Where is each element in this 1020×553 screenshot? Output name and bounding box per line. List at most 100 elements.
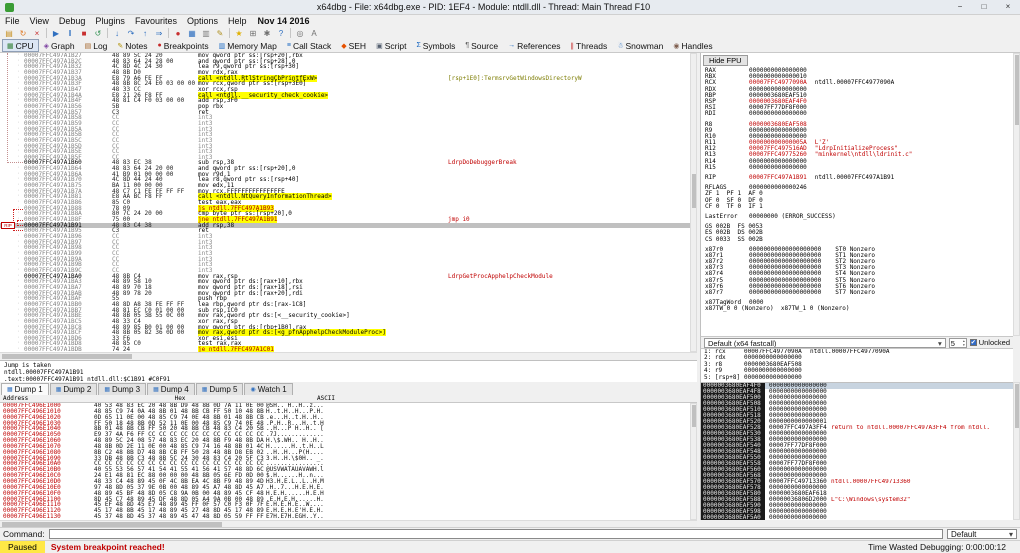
scrollbar-thumb[interactable]: [692, 405, 696, 427]
dump-tab-dump-2[interactable]: ▦Dump 2: [50, 383, 98, 395]
maximize-button[interactable]: □: [972, 0, 996, 15]
notes-icon[interactable]: ✎: [213, 28, 227, 39]
command-profile-select[interactable]: Default ▾: [947, 529, 1017, 539]
open-file-icon[interactable]: ▤: [2, 28, 16, 39]
argument-row[interactable]: 5: [rsp+8]0000000000000000: [701, 375, 1013, 381]
dump-tab-dump-3[interactable]: ▦Dump 3: [98, 383, 146, 395]
command-input[interactable]: [49, 529, 943, 539]
step-over-icon[interactable]: ↷: [124, 28, 138, 39]
dump-row[interactable]: 00007FFC496E113045 37 48 8D 45 37 48 89 …: [0, 514, 690, 520]
dump-tab-label: Dump 1: [15, 385, 43, 394]
tab-memory-map[interactable]: ▥Memory Map: [214, 39, 282, 52]
help-icon[interactable]: ?: [274, 28, 288, 39]
minimize-button[interactable]: −: [948, 0, 972, 15]
registers-scrollbar[interactable]: [1013, 53, 1020, 336]
title-bar: x64dbg - File: x64dbg.exe - PID: 1EF4 - …: [0, 0, 1020, 15]
step-into-icon[interactable]: ↓: [110, 28, 124, 39]
tab-label: Memory Map: [227, 41, 277, 51]
tab-symbols[interactable]: ΣSymbols: [411, 39, 460, 52]
tab-snowman[interactable]: ☃Snowman: [612, 39, 668, 52]
dump-view[interactable]: 00007FFC496E100040 53 48 83 EC 20 48 8B …: [0, 403, 690, 520]
register-value: 00007FFC497A1B91: [749, 175, 807, 181]
tab-notes[interactable]: ✎Notes: [112, 39, 152, 52]
tab-seh[interactable]: ◆SEH: [336, 39, 371, 52]
toolbar: ▤↻× ▶‖■↺ ↓↷↑⇒ ●▦▥✎ ★⊞✱? ◎A: [0, 27, 1020, 39]
register-value: 0000000000000000: [749, 165, 807, 171]
restart-icon[interactable]: ↻: [16, 28, 30, 39]
register-comment: "minkernel\ntdll\ldrinit.c": [807, 152, 913, 158]
menu-help[interactable]: Help: [223, 16, 252, 26]
tab-cpu[interactable]: ▦CPU: [2, 39, 39, 52]
tab-label: Snowman: [626, 41, 664, 51]
menu-plugins[interactable]: Plugins: [90, 16, 130, 26]
register-flags-text: CS 0033 SS 002B: [705, 237, 763, 243]
dump-tab-dump-4[interactable]: ▦Dump 4: [147, 383, 195, 395]
dump-hex-bytes: 45 37 48 8D 45 37 48 89 45 47 48 8D 05 5…: [94, 514, 266, 520]
dump-ascii: E7H.E7H.EGH..Y..: [266, 514, 386, 520]
call-stack-icon: ≡: [287, 42, 291, 49]
disassembly-view[interactable]: ·00007FFC497A1B2748 89 5C 24 20mov qword…: [0, 53, 690, 352]
az-sort-icon[interactable]: A: [307, 28, 321, 39]
tab-source[interactable]: ¶Source: [460, 39, 503, 52]
menu-favourites[interactable]: Favourites: [130, 16, 182, 26]
seh-icon: ◆: [341, 42, 346, 50]
stack-view[interactable]: 0000003680EAF4F0000000000000000000000036…: [700, 382, 1013, 520]
run-icon[interactable]: ▶: [49, 28, 63, 39]
log-icon[interactable]: ▥: [199, 28, 213, 39]
tab-references[interactable]: →References: [503, 39, 565, 52]
tab-log[interactable]: ▤Log: [80, 39, 113, 52]
calling-convention-select[interactable]: Default (x64 fastcall) ▾: [704, 338, 946, 348]
dump-tab-dump-5[interactable]: ▦Dump 5: [196, 383, 244, 395]
tab-call-stack[interactable]: ≡Call Stack: [282, 39, 336, 52]
register-flags-text: x87TW_0 0 (Nonzero) x87TW_1 0 (Nonzero): [705, 306, 850, 312]
dump-scrollbar[interactable]: [690, 403, 697, 520]
run-to-user-code-icon[interactable]: ⇒: [152, 28, 166, 39]
dump-tab-watch-1[interactable]: ◉Watch 1: [244, 383, 292, 395]
stack-row[interactable]: 0000003680EAF5A00000000000000000: [701, 515, 1013, 520]
unlocked-checkbox[interactable]: Unlocked: [970, 338, 1010, 347]
dump-tab-label: Dump 3: [112, 385, 140, 394]
breakpoint-icon[interactable]: ●: [171, 28, 185, 39]
scrollbar-thumb[interactable]: [2, 354, 132, 359]
step-out-icon[interactable]: ↑: [138, 28, 152, 39]
dump-tab-dump-1[interactable]: ▦Dump 1: [1, 383, 49, 395]
handles-icon: ◉: [673, 42, 679, 50]
menu-options[interactable]: Options: [182, 16, 223, 26]
tab-breakpoints[interactable]: ●Breakpoints: [153, 39, 214, 52]
search-icon[interactable]: ◎: [293, 28, 307, 39]
memory-map-icon[interactable]: ▦: [185, 28, 199, 39]
status-bar: Paused System breakpoint reached! Time W…: [0, 540, 1020, 553]
menu-debug[interactable]: Debug: [54, 16, 91, 26]
threads-icon: ∥: [571, 42, 575, 50]
calculator-icon[interactable]: ⊞: [246, 28, 260, 39]
disassembly-hscrollbar[interactable]: [0, 352, 697, 360]
tab-label: Log: [93, 41, 107, 51]
stack-scrollbar[interactable]: [1013, 382, 1020, 520]
dump-1-icon: ▦: [7, 386, 13, 393]
pause-icon[interactable]: ‖: [63, 28, 77, 39]
scrollbar-thumb[interactable]: [692, 174, 696, 208]
close-icon[interactable]: ×: [30, 28, 44, 39]
tab-handles[interactable]: ◉Handles: [668, 39, 717, 52]
toolbar-separator: [46, 28, 47, 38]
unlocked-label: Unlocked: [979, 338, 1010, 347]
stop-icon[interactable]: ■: [77, 28, 91, 39]
arg-count-spinner[interactable]: 5 ▴▾: [949, 338, 967, 348]
tab-threads[interactable]: ∥Threads: [566, 39, 613, 52]
register-flags-row[interactable]: x87TW_0 0 (Nonzero) x87TW_1 0 (Nonzero): [701, 306, 1013, 312]
menu-view[interactable]: View: [25, 16, 54, 26]
window-buttons: − □ ×: [948, 0, 1020, 15]
scrollbar-thumb[interactable]: [1015, 55, 1019, 125]
settings-gear-icon[interactable]: ✱: [260, 28, 274, 39]
menu-file[interactable]: File: [0, 16, 25, 26]
disassembly-scrollbar[interactable]: [690, 53, 697, 352]
scrollbar-thumb[interactable]: [1015, 384, 1019, 428]
tab-graph[interactable]: ◈Graph: [39, 39, 80, 52]
restart-debug-icon[interactable]: ↺: [91, 28, 105, 39]
snowman-icon: ☃: [617, 42, 623, 50]
close-window-button[interactable]: ×: [996, 0, 1020, 15]
favourites-star-icon[interactable]: ★: [232, 28, 246, 39]
x64dbg-window: x64dbg - File: x64dbg.exe - PID: 1EF4 - …: [0, 0, 1020, 553]
hide-fpu-button[interactable]: Hide FPU: [703, 55, 748, 66]
tab-script[interactable]: ▣Script: [371, 39, 411, 52]
